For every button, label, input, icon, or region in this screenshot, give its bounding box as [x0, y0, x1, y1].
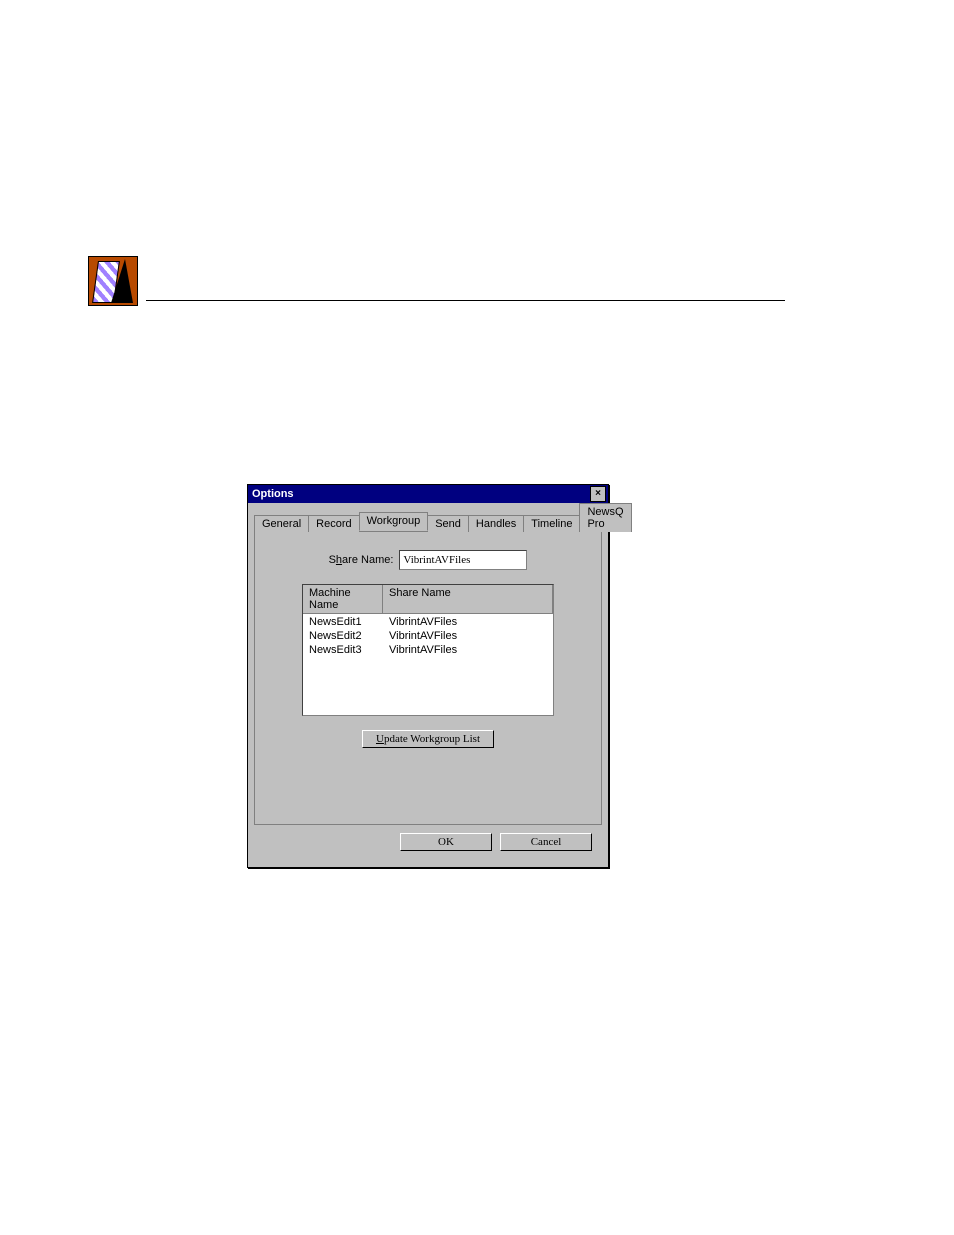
cell-share: VibrintAVFiles — [383, 643, 553, 657]
col-share-name[interactable]: Share Name — [383, 585, 553, 613]
cancel-button[interactable]: Cancel — [500, 833, 592, 851]
tab-handles[interactable]: Handles — [468, 515, 524, 532]
divider — [146, 300, 785, 301]
tab-record[interactable]: Record — [308, 515, 359, 532]
cell-machine: NewsEdit1 — [303, 615, 383, 629]
tab-workgroup[interactable]: Workgroup — [359, 512, 429, 531]
close-icon: × — [595, 489, 601, 499]
dialog-title: Options — [252, 488, 294, 500]
ok-button[interactable]: OK — [400, 833, 492, 851]
tab-timeline[interactable]: Timeline — [523, 515, 580, 532]
share-name-input[interactable] — [399, 550, 527, 570]
options-dialog: Options × General Record Workgroup Send … — [247, 484, 609, 868]
update-workgroup-button[interactable]: Update Workgroup List — [362, 730, 494, 748]
list-item[interactable]: NewsEdit2 VibrintAVFiles — [303, 629, 553, 643]
share-name-label: Share Name: — [329, 554, 394, 566]
tab-strip: General Record Workgroup Send Handles Ti… — [254, 511, 602, 531]
list-item[interactable]: NewsEdit3 VibrintAVFiles — [303, 643, 553, 657]
list-item[interactable]: NewsEdit1 VibrintAVFiles — [303, 615, 553, 629]
titlebar: Options × — [248, 485, 608, 503]
col-machine-name[interactable]: Machine Name — [303, 585, 383, 613]
workgroup-list[interactable]: Machine Name Share Name NewsEdit1 Vibrin… — [302, 584, 554, 716]
tab-general[interactable]: General — [254, 515, 309, 532]
cell-share: VibrintAVFiles — [383, 615, 553, 629]
cell-machine: NewsEdit3 — [303, 643, 383, 657]
tab-newsqpro[interactable]: NewsQ Pro — [579, 503, 631, 532]
close-button[interactable]: × — [590, 486, 606, 502]
list-header: Machine Name Share Name — [303, 585, 553, 614]
tab-send[interactable]: Send — [427, 515, 469, 532]
cell-share: VibrintAVFiles — [383, 629, 553, 643]
app-icon — [88, 256, 138, 306]
cell-machine: NewsEdit2 — [303, 629, 383, 643]
workgroup-panel: Share Name: Machine Name Share Name News… — [254, 531, 602, 825]
